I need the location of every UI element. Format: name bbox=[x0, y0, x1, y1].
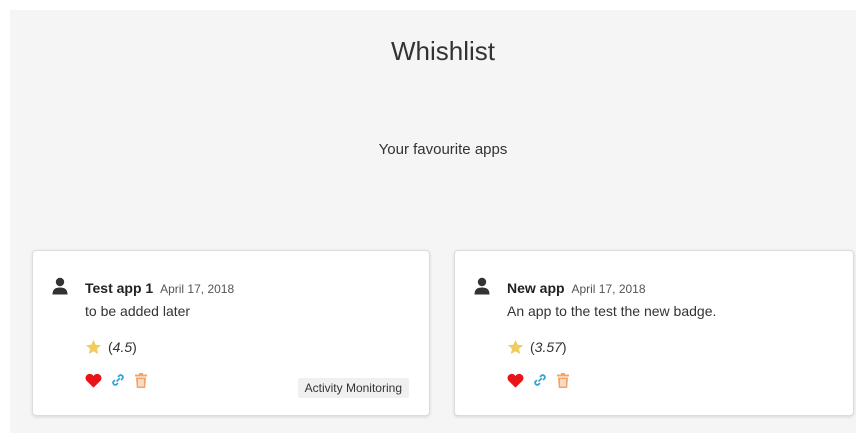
user-icon bbox=[52, 277, 68, 295]
rating-close-paren: ) bbox=[132, 339, 137, 355]
rating-value: 4.5 bbox=[112, 339, 133, 355]
app-description: to be added later bbox=[85, 303, 191, 319]
app-date: April 17, 2018 bbox=[571, 282, 646, 296]
app-card-body: Test app 1 April 17, 2018 to be added la… bbox=[85, 279, 415, 390]
app-rating: (3.57) bbox=[507, 338, 839, 356]
user-icon bbox=[474, 277, 490, 295]
app-card: Test app 1 April 17, 2018 to be added la… bbox=[32, 250, 430, 416]
app-card: New app April 17, 2018 An app to the tes… bbox=[454, 250, 854, 416]
app-name[interactable]: New app bbox=[507, 280, 565, 296]
link-icon[interactable] bbox=[533, 373, 547, 387]
app-header: Test app 1 April 17, 2018 bbox=[85, 279, 415, 298]
heart-icon[interactable] bbox=[85, 373, 102, 388]
page-background: Whishlist Your favourite apps Test app 1… bbox=[10, 10, 856, 433]
rating-close-paren: ) bbox=[561, 339, 567, 355]
app-date: April 17, 2018 bbox=[160, 282, 235, 296]
trash-icon[interactable] bbox=[135, 372, 147, 388]
app-card-body: New app April 17, 2018 An app to the tes… bbox=[507, 279, 839, 390]
app-name[interactable]: Test app 1 bbox=[85, 280, 153, 296]
star-icon bbox=[85, 339, 102, 355]
star-icon bbox=[507, 339, 524, 355]
heart-icon[interactable] bbox=[507, 373, 524, 388]
app-header: New app April 17, 2018 bbox=[507, 279, 839, 298]
link-icon[interactable] bbox=[111, 373, 125, 387]
rating-value: 3.57 bbox=[534, 339, 562, 355]
page-subtitle: Your favourite apps bbox=[378, 141, 508, 158]
app-description: An app to the test the new badge. bbox=[507, 303, 717, 319]
page-title: Whishlist bbox=[390, 36, 495, 66]
category-tag[interactable]: Activity Monitoring bbox=[297, 378, 409, 398]
app-actions bbox=[507, 370, 839, 390]
trash-icon[interactable] bbox=[557, 372, 569, 388]
app-rating: (4.5) bbox=[85, 338, 415, 356]
